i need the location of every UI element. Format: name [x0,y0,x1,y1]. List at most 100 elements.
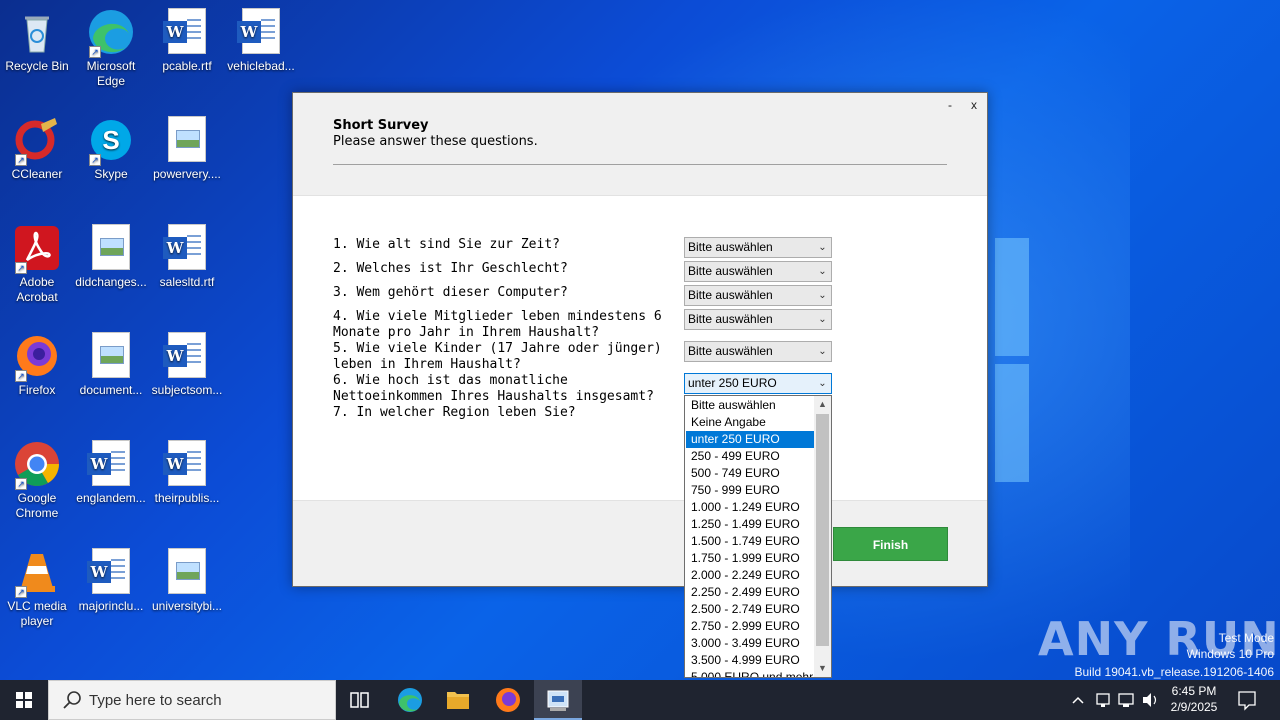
icon-label: theirpublis... [154,491,220,505]
dropdown-option[interactable]: 1.750 - 1.999 EURO [686,550,814,567]
dropdown-option[interactable]: 500 - 749 EURO [686,465,814,482]
shortcut-arrow-icon: ↗ [15,154,27,166]
desktop-icon-word-file[interactable]: W subjectsom... [150,332,224,398]
clock-date: 2/9/2025 [1170,700,1218,714]
dropdown-option[interactable]: 2.250 - 2.499 EURO [686,584,814,601]
dropdown-option[interactable]: 2.500 - 2.749 EURO [686,601,814,618]
dropdown-option-selected[interactable]: unter 250 EURO [686,431,814,448]
dropdown-option[interactable]: 3.500 - 4.999 EURO [686,652,814,669]
dropdown-option[interactable]: 1.000 - 1.249 EURO [686,499,814,516]
select-value: Bitte auswählen [688,240,773,254]
desktop-icon-image-file[interactable]: document... [74,332,148,398]
desktop-icon-skype[interactable]: S ↗ Skype [74,116,148,182]
dropdown-option[interactable]: 5.000 EURO und mehr [686,669,814,677]
taskbar-file-explorer[interactable] [434,680,482,720]
icon-label: document... [79,383,143,397]
icon-label: universitybi... [151,599,223,613]
folder-icon [447,692,469,709]
desktop-icon-image-file[interactable]: didchanges... [74,224,148,290]
svg-text:S: S [102,125,119,155]
dropdown-option[interactable]: 750 - 999 EURO [686,482,814,499]
question-1-select[interactable]: Bitte auswählen ⌄ [684,237,832,258]
desktop-icon-word-file[interactable]: W theirpublis... [150,440,224,506]
desktop-icon-adobe-acrobat[interactable]: ↗ Adobe Acrobat [0,224,74,305]
icon-label: majorinclu... [78,599,144,613]
word-document-icon: W [163,332,211,380]
image-file-icon [87,332,135,380]
image-file-icon [163,548,211,596]
desktop-icon-google-chrome[interactable]: ↗ Google Chrome [0,440,74,521]
desktop-icon-image-file[interactable]: universitybi... [150,548,224,614]
watermark-build: Build 19041.vb_release.191206-1406 [1074,665,1275,679]
question-2-select[interactable]: Bitte auswählen ⌄ [684,261,832,282]
taskbar-edge[interactable] [386,680,434,720]
dropdown-option[interactable]: Keine Angabe [686,414,814,431]
firefox-icon: ↗ [13,332,61,382]
icon-label: Microsoft Edge [86,59,136,88]
desktop-icon-vlc[interactable]: ↗ VLC media player [0,548,74,629]
dropdown-option[interactable]: 1.250 - 1.499 EURO [686,516,814,533]
desktop-icon-word-file[interactable]: W salesltd.rtf [150,224,224,290]
chevron-down-icon: ⌄ [818,290,827,301]
question-6: 6. Wie hoch ist das monatliche Nettoeink… [333,373,654,404]
task-view-button[interactable] [336,680,384,720]
volume-button[interactable] [1139,680,1161,720]
network-button[interactable] [1115,680,1137,720]
scrollbar-thumb[interactable] [816,414,829,646]
question-5-select[interactable]: Bitte auswählen ⌄ [684,341,832,362]
recycle-bin-icon [13,8,61,56]
icon-label: Recycle Bin [5,59,69,73]
income-dropdown-list[interactable]: Bitte auswählen Keine Angabe unter 250 E… [684,395,832,678]
close-button[interactable]: x [971,98,977,112]
shortcut-arrow-icon: ↗ [15,370,27,382]
desktop-icon-image-file[interactable]: powervery.... [150,116,224,182]
taskbar-survey-app[interactable] [534,680,582,720]
desktop-icon-recycle-bin[interactable]: Recycle Bin [0,8,74,74]
dropdown-option[interactable]: Bitte auswählen [686,397,814,414]
icon-label: VLC media player [7,599,67,628]
dropdown-option[interactable]: 250 - 499 EURO [686,448,814,465]
taskbar-firefox[interactable] [484,680,532,720]
clock-time: 6:45 PM [1171,684,1217,698]
desktop-icon-microsoft-edge[interactable]: ↗ Microsoft Edge [74,8,148,89]
scroll-up-icon[interactable]: ▲ [814,396,831,413]
taskbar-search-box[interactable]: Type here to search [48,680,336,720]
chevron-down-icon: ⌄ [818,266,827,277]
speaker-icon [1143,693,1157,707]
dropdown-scrollbar[interactable]: ▲ ▼ [814,396,831,677]
shortcut-arrow-icon: ↗ [89,154,101,166]
desktop-icon-ccleaner[interactable]: ↗ CCleaner [0,116,74,182]
question-6-select[interactable]: unter 250 EURO ⌄ [684,373,832,394]
minimize-button[interactable]: - [948,98,952,112]
desktop-icon-word-file[interactable]: W englandem... [74,440,148,506]
select-value: unter 250 EURO [688,376,777,390]
question-3-select[interactable]: Bitte auswählen ⌄ [684,285,832,306]
dropdown-option[interactable]: 3.000 - 3.499 EURO [686,635,814,652]
tray-app-icon[interactable] [1092,680,1114,720]
icon-label: vehiclebad... [227,59,295,73]
question-3: 3. Wem gehört dieser Computer? [333,285,568,300]
word-document-icon: W [163,440,211,488]
desktop-icon-firefox[interactable]: ↗ Firefox [0,332,74,398]
dropdown-option[interactable]: 2.000 - 2.249 EURO [686,567,814,584]
notification-icon [1238,691,1256,711]
question-4-select[interactable]: Bitte auswählen ⌄ [684,309,832,330]
dropdown-option[interactable]: 1.500 - 1.749 EURO [686,533,814,550]
show-hidden-icons-button[interactable] [1066,680,1090,720]
scroll-down-icon[interactable]: ▼ [814,660,831,677]
clock[interactable]: 6:45 PM 2/9/2025 [1166,680,1222,720]
desktop-icon-word-file[interactable]: W majorinclu... [74,548,148,614]
tray-device-icon [1096,693,1110,707]
chevron-down-icon: ⌄ [818,242,827,253]
question-1: 1. Wie alt sind Sie zur Zeit? [333,237,560,252]
shortcut-arrow-icon: ↗ [15,262,27,274]
notifications-button[interactable] [1232,680,1262,720]
dropdown-option[interactable]: 2.750 - 2.999 EURO [686,618,814,635]
desktop-icon-word-file[interactable]: W vehiclebad... [224,8,298,74]
finish-button[interactable]: Finish [833,527,948,561]
desktop-icon-word-file[interactable]: W pcable.rtf [150,8,224,74]
start-button[interactable] [0,680,48,720]
icon-label: Google Chrome [15,491,59,520]
divider [333,164,947,165]
dialog-title: Short Survey [333,118,429,133]
